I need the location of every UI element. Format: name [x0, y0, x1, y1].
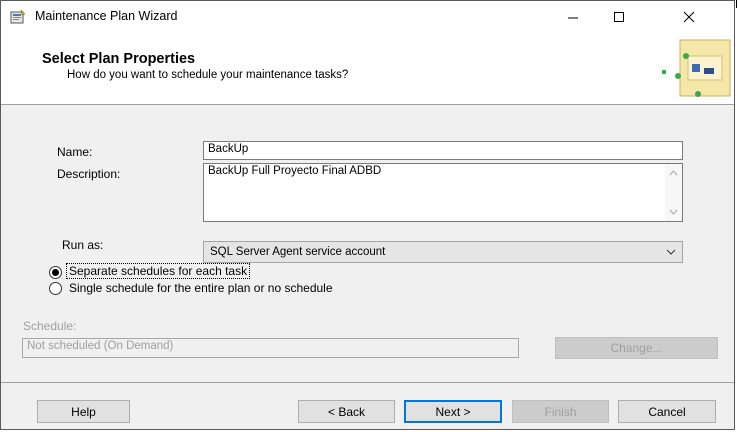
- back-button[interactable]: < Back: [298, 400, 395, 423]
- close-icon: [683, 11, 695, 22]
- run-as-label: Run as:: [62, 238, 104, 252]
- schedule-field: Not scheduled (On Demand): [22, 338, 519, 358]
- cancel-button[interactable]: Cancel: [618, 400, 716, 423]
- window-edge-line: [736, 0, 737, 8]
- description-label: Description:: [57, 167, 121, 181]
- run-as-dropdown[interactable]: SQL Server Agent service account: [203, 241, 683, 263]
- scroll-up-icon: [669, 170, 678, 176]
- minimize-button[interactable]: [550, 1, 596, 32]
- wizard-icon: [10, 9, 26, 24]
- close-button[interactable]: [666, 1, 712, 32]
- description-text: BackUp Full Proyecto Final ADBD: [208, 165, 382, 177]
- page-title: Select Plan Properties: [42, 51, 196, 67]
- run-as-value: SQL Server Agent service account: [210, 246, 386, 258]
- minimize-icon: [568, 17, 578, 18]
- title-bar[interactable]: Maintenance Plan Wizard: [1, 1, 734, 32]
- single-schedule-label[interactable]: Single schedule for the entire plan or n…: [69, 281, 333, 295]
- scroll-down-icon: [669, 209, 678, 215]
- window-title: Maintenance Plan Wizard: [35, 9, 178, 23]
- single-schedule-radio[interactable]: [49, 282, 62, 295]
- chevron-down-icon: [666, 249, 676, 255]
- radio-selected-dot: [52, 269, 59, 276]
- next-button[interactable]: Next >: [404, 400, 502, 423]
- footer-divider: [1, 382, 734, 383]
- maintenance-plan-wizard-window: Maintenance Plan Wizard Select Plan Prop…: [0, 0, 735, 430]
- description-scrollbar[interactable]: [665, 164, 682, 221]
- help-button[interactable]: Help: [37, 400, 130, 423]
- description-field[interactable]: BackUp Full Proyecto Final ADBD: [203, 163, 683, 222]
- maximize-button[interactable]: [596, 1, 642, 32]
- page-subtitle: How do you want to schedule your mainten…: [67, 69, 349, 81]
- separate-schedules-label[interactable]: Separate schedules for each task: [66, 263, 251, 279]
- wizard-header: Select Plan Properties How do you want t…: [1, 32, 734, 105]
- finish-button[interactable]: Finish: [512, 400, 609, 423]
- schedule-graphic-icon: [662, 39, 731, 97]
- change-schedule-button[interactable]: Change...: [555, 337, 718, 359]
- separate-schedules-radio[interactable]: [49, 266, 62, 279]
- name-field[interactable]: BackUp: [203, 141, 683, 160]
- schedule-label: Schedule:: [23, 319, 77, 333]
- name-label: Name:: [57, 145, 93, 159]
- maximize-icon: [614, 11, 624, 22]
